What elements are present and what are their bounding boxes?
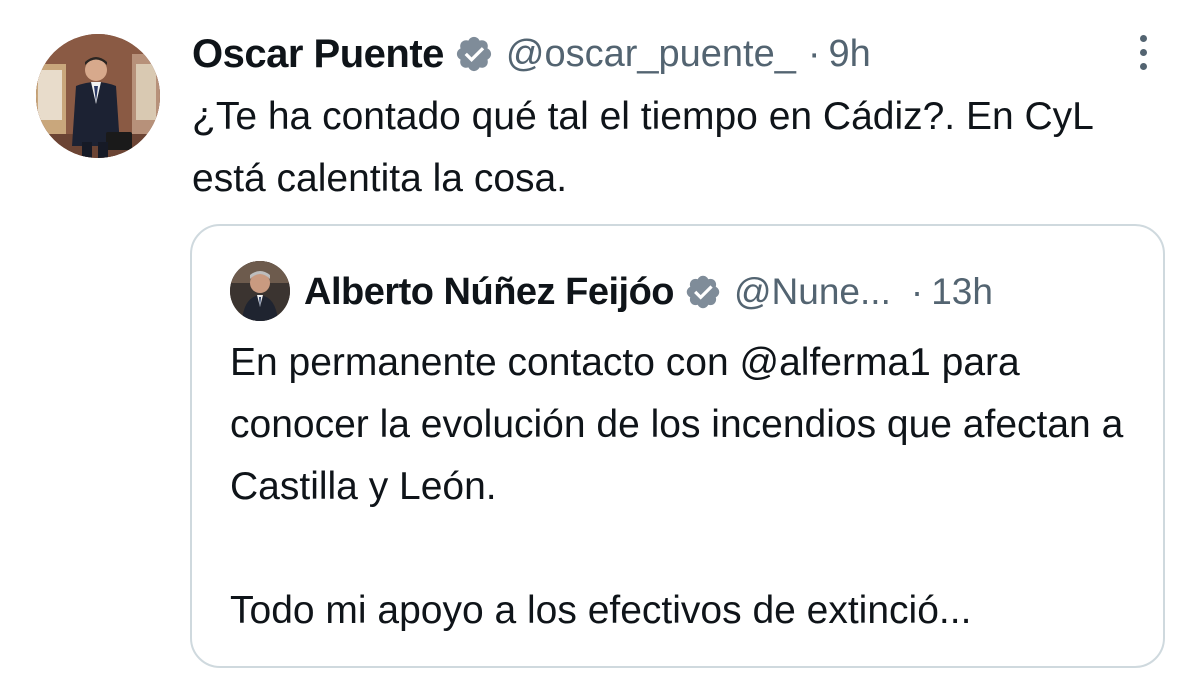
more-dot xyxy=(1139,62,1147,70)
avatar-photo xyxy=(36,34,160,158)
quoted-tweet-paragraph: Todo mi apoyo a los efectivos de extinci… xyxy=(230,589,972,632)
quoted-tweet-time[interactable]: 13h xyxy=(931,271,993,313)
quoted-tweet-card[interactable]: Alberto Núñez Feijóo @Nune... · 13h En p… xyxy=(190,224,1165,668)
quoted-author-name[interactable]: Alberto Núñez Feijóo xyxy=(304,271,675,314)
tweet-header: Oscar Puente @oscar_puente_ · 9h xyxy=(192,24,871,84)
verified-badge-icon xyxy=(686,275,720,309)
quoted-tweet-paragraph: En permanente contacto con @alferma1 par… xyxy=(230,341,1124,508)
more-options-icon[interactable] xyxy=(1128,30,1158,74)
author-handle[interactable]: @oscar_puente_ xyxy=(506,33,796,76)
quoted-avatar-photo xyxy=(230,261,290,321)
author-avatar[interactable] xyxy=(36,34,160,158)
tweet-text: ¿Te ha contado qué tal el tiempo en Cádi… xyxy=(192,95,1093,200)
quoted-tweet-text: En permanente contacto con @alferma1 par… xyxy=(230,332,1150,642)
quoted-author-avatar[interactable] xyxy=(230,261,290,321)
author-name[interactable]: Oscar Puente xyxy=(192,32,444,77)
tweet-time[interactable]: 9h xyxy=(829,33,871,76)
meta-separator: · xyxy=(807,32,821,75)
quoted-tweet-header: Alberto Núñez Feijóo @Nune... · 13h xyxy=(304,262,993,322)
more-dot xyxy=(1139,48,1147,56)
quoted-meta-separator: · xyxy=(910,271,924,312)
more-dot xyxy=(1139,34,1147,42)
quoted-author-handle[interactable]: @Nune... xyxy=(734,271,891,313)
verified-badge-icon xyxy=(456,36,491,72)
